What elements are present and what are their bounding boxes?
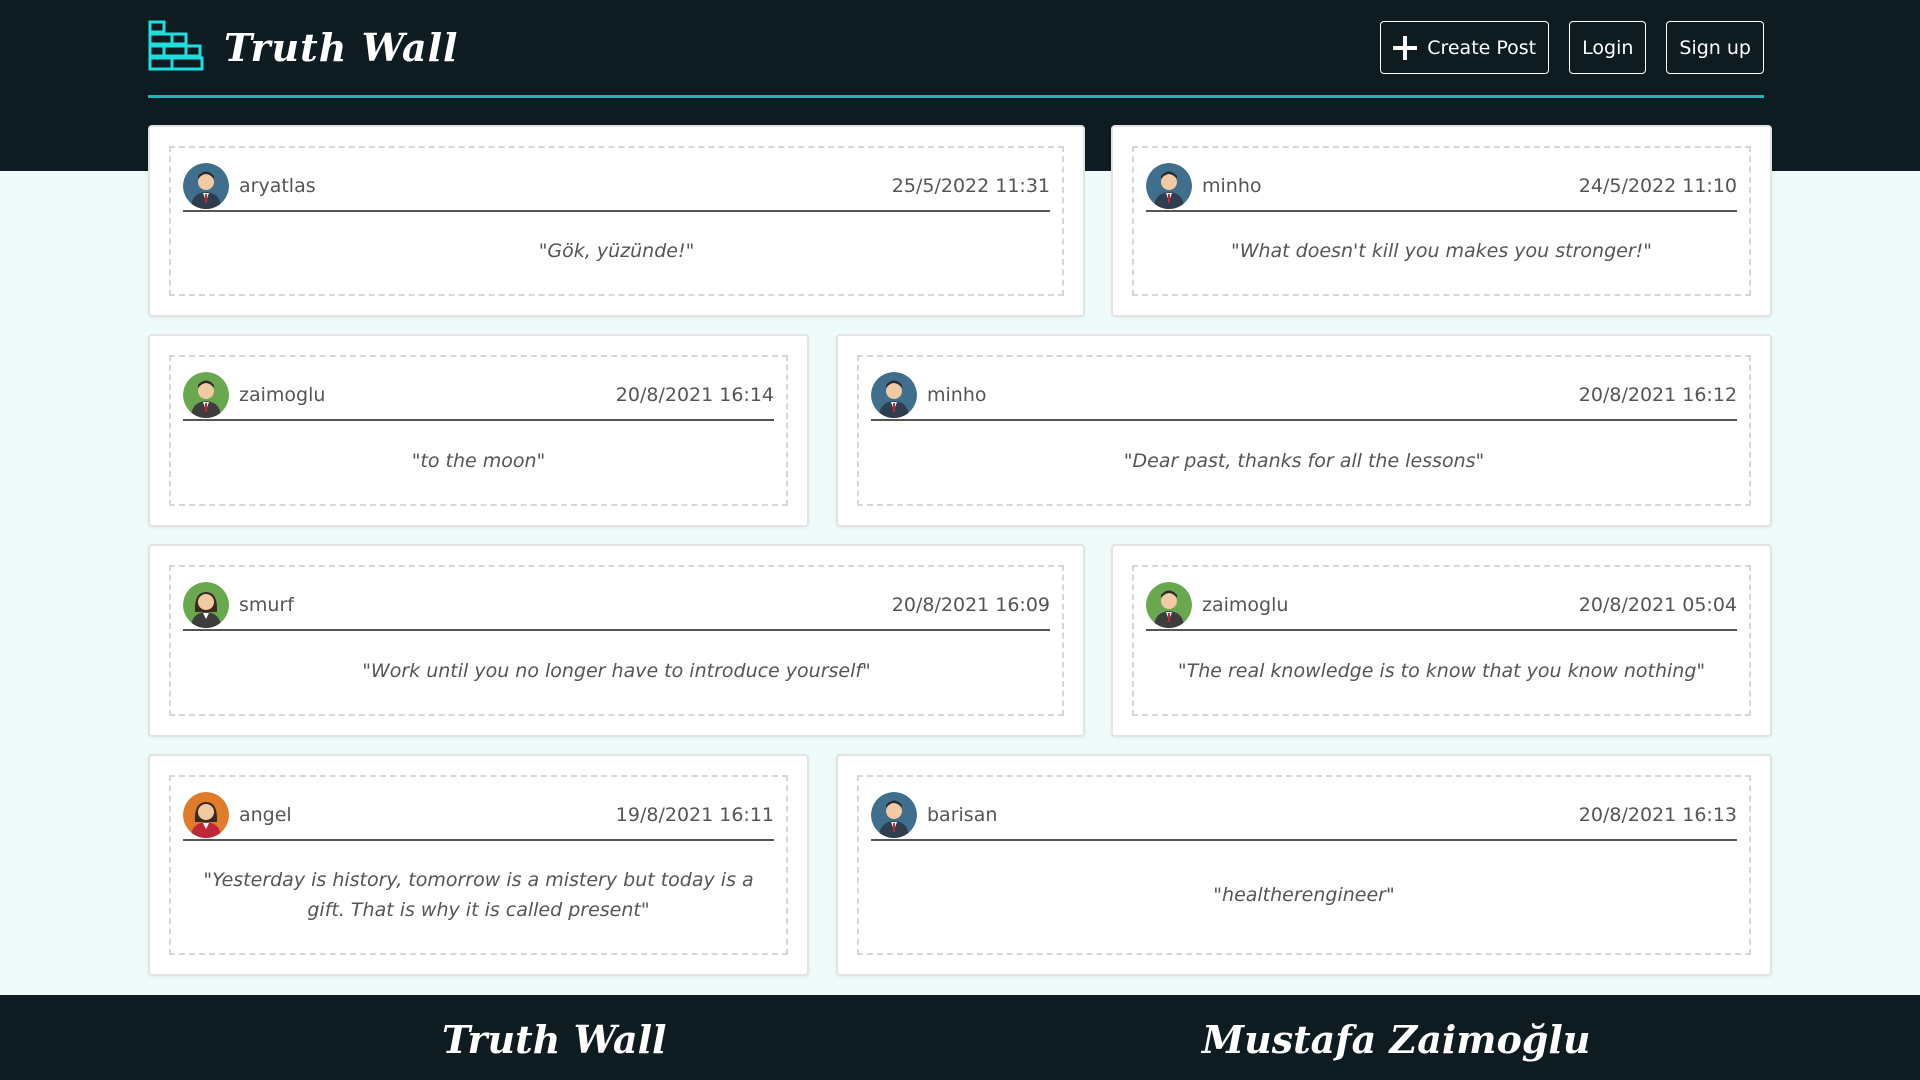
- create-post-button[interactable]: Create Post: [1380, 21, 1550, 74]
- post-quote: "What doesn't kill you makes you stronge…: [1230, 240, 1653, 262]
- post-username[interactable]: aryatlas: [239, 175, 316, 197]
- post-quote: "Yesterday is history, tomorrow is a mis…: [203, 869, 754, 921]
- post-quote: "The real knowledge is to know that you …: [1177, 659, 1706, 682]
- post-date: 24/5/2022 11:10: [1578, 175, 1737, 197]
- post-date: 20/8/2021 16:14: [615, 384, 774, 406]
- footer-author: Mustafa Zaimoğlu: [1202, 1017, 1591, 1062]
- post-card: zaimoglu 20/8/2021 05:04 "The real knowl…: [1111, 544, 1772, 737]
- post-date: 20/8/2021 16:13: [1578, 804, 1737, 826]
- post-date: 19/8/2021 16:11: [615, 804, 774, 826]
- post-quote: "Work until you no longer have to introd…: [362, 659, 871, 682]
- avatar: [1146, 163, 1192, 209]
- post-card: minho 24/5/2022 11:10 "What doesn't kill…: [1111, 125, 1772, 317]
- avatar: [183, 792, 229, 838]
- footer: Truth Wall Mustafa Zaimoğlu: [0, 995, 1920, 1080]
- navbar: Truth Wall Create Post Login Sign up: [148, 0, 1764, 98]
- avatar: [183, 582, 229, 628]
- post-quote: "to the moon": [411, 449, 546, 472]
- post-card: minho 20/8/2021 16:12 "Dear past, thanks…: [836, 334, 1772, 527]
- post-username[interactable]: zaimoglu: [239, 384, 325, 406]
- post-card: barisan 20/8/2021 16:13 "healtherenginee…: [836, 754, 1772, 976]
- post-username[interactable]: smurf: [239, 594, 294, 616]
- post-date: 25/5/2022 11:31: [891, 175, 1050, 197]
- avatar: [183, 163, 229, 209]
- post-username[interactable]: barisan: [927, 804, 997, 826]
- post-username[interactable]: minho: [927, 384, 987, 406]
- post-date: 20/8/2021 16:12: [1578, 384, 1737, 406]
- avatar: [871, 792, 917, 838]
- signup-button[interactable]: Sign up: [1666, 21, 1764, 74]
- avatar: [1146, 582, 1192, 628]
- brand[interactable]: Truth Wall: [148, 20, 458, 76]
- brick-wall-icon: [148, 20, 204, 76]
- post-username[interactable]: minho: [1202, 175, 1262, 197]
- post-quote: "Dear past, thanks for all the lessons": [1123, 449, 1485, 472]
- avatar: [871, 372, 917, 418]
- brand-name: Truth Wall: [224, 25, 459, 70]
- post-card: smurf 20/8/2021 16:09 "Work until you no…: [148, 544, 1085, 737]
- plus-icon: [1393, 35, 1418, 60]
- create-post-label: Create Post: [1427, 36, 1537, 59]
- post-card: zaimoglu 20/8/2021 16:14 "to the moon": [148, 334, 809, 527]
- footer-brand: Truth Wall: [442, 1017, 667, 1062]
- post-quote: "healtherengineer": [1213, 884, 1395, 906]
- post-date: 20/8/2021 16:09: [891, 594, 1050, 616]
- avatar: [183, 372, 229, 418]
- post-username[interactable]: angel: [239, 804, 292, 826]
- post-card: aryatlas 25/5/2022 11:31 "Gök, yüzünde!": [148, 125, 1085, 317]
- post-username[interactable]: zaimoglu: [1202, 594, 1288, 616]
- post-date: 20/8/2021 05:04: [1578, 594, 1737, 616]
- nav-actions: Create Post Login Sign up: [1380, 21, 1764, 74]
- post-quote: "Gök, yüzünde!": [538, 240, 695, 262]
- login-button[interactable]: Login: [1569, 21, 1647, 74]
- post-card: angel 19/8/2021 16:11 "Yesterday is hist…: [148, 754, 809, 976]
